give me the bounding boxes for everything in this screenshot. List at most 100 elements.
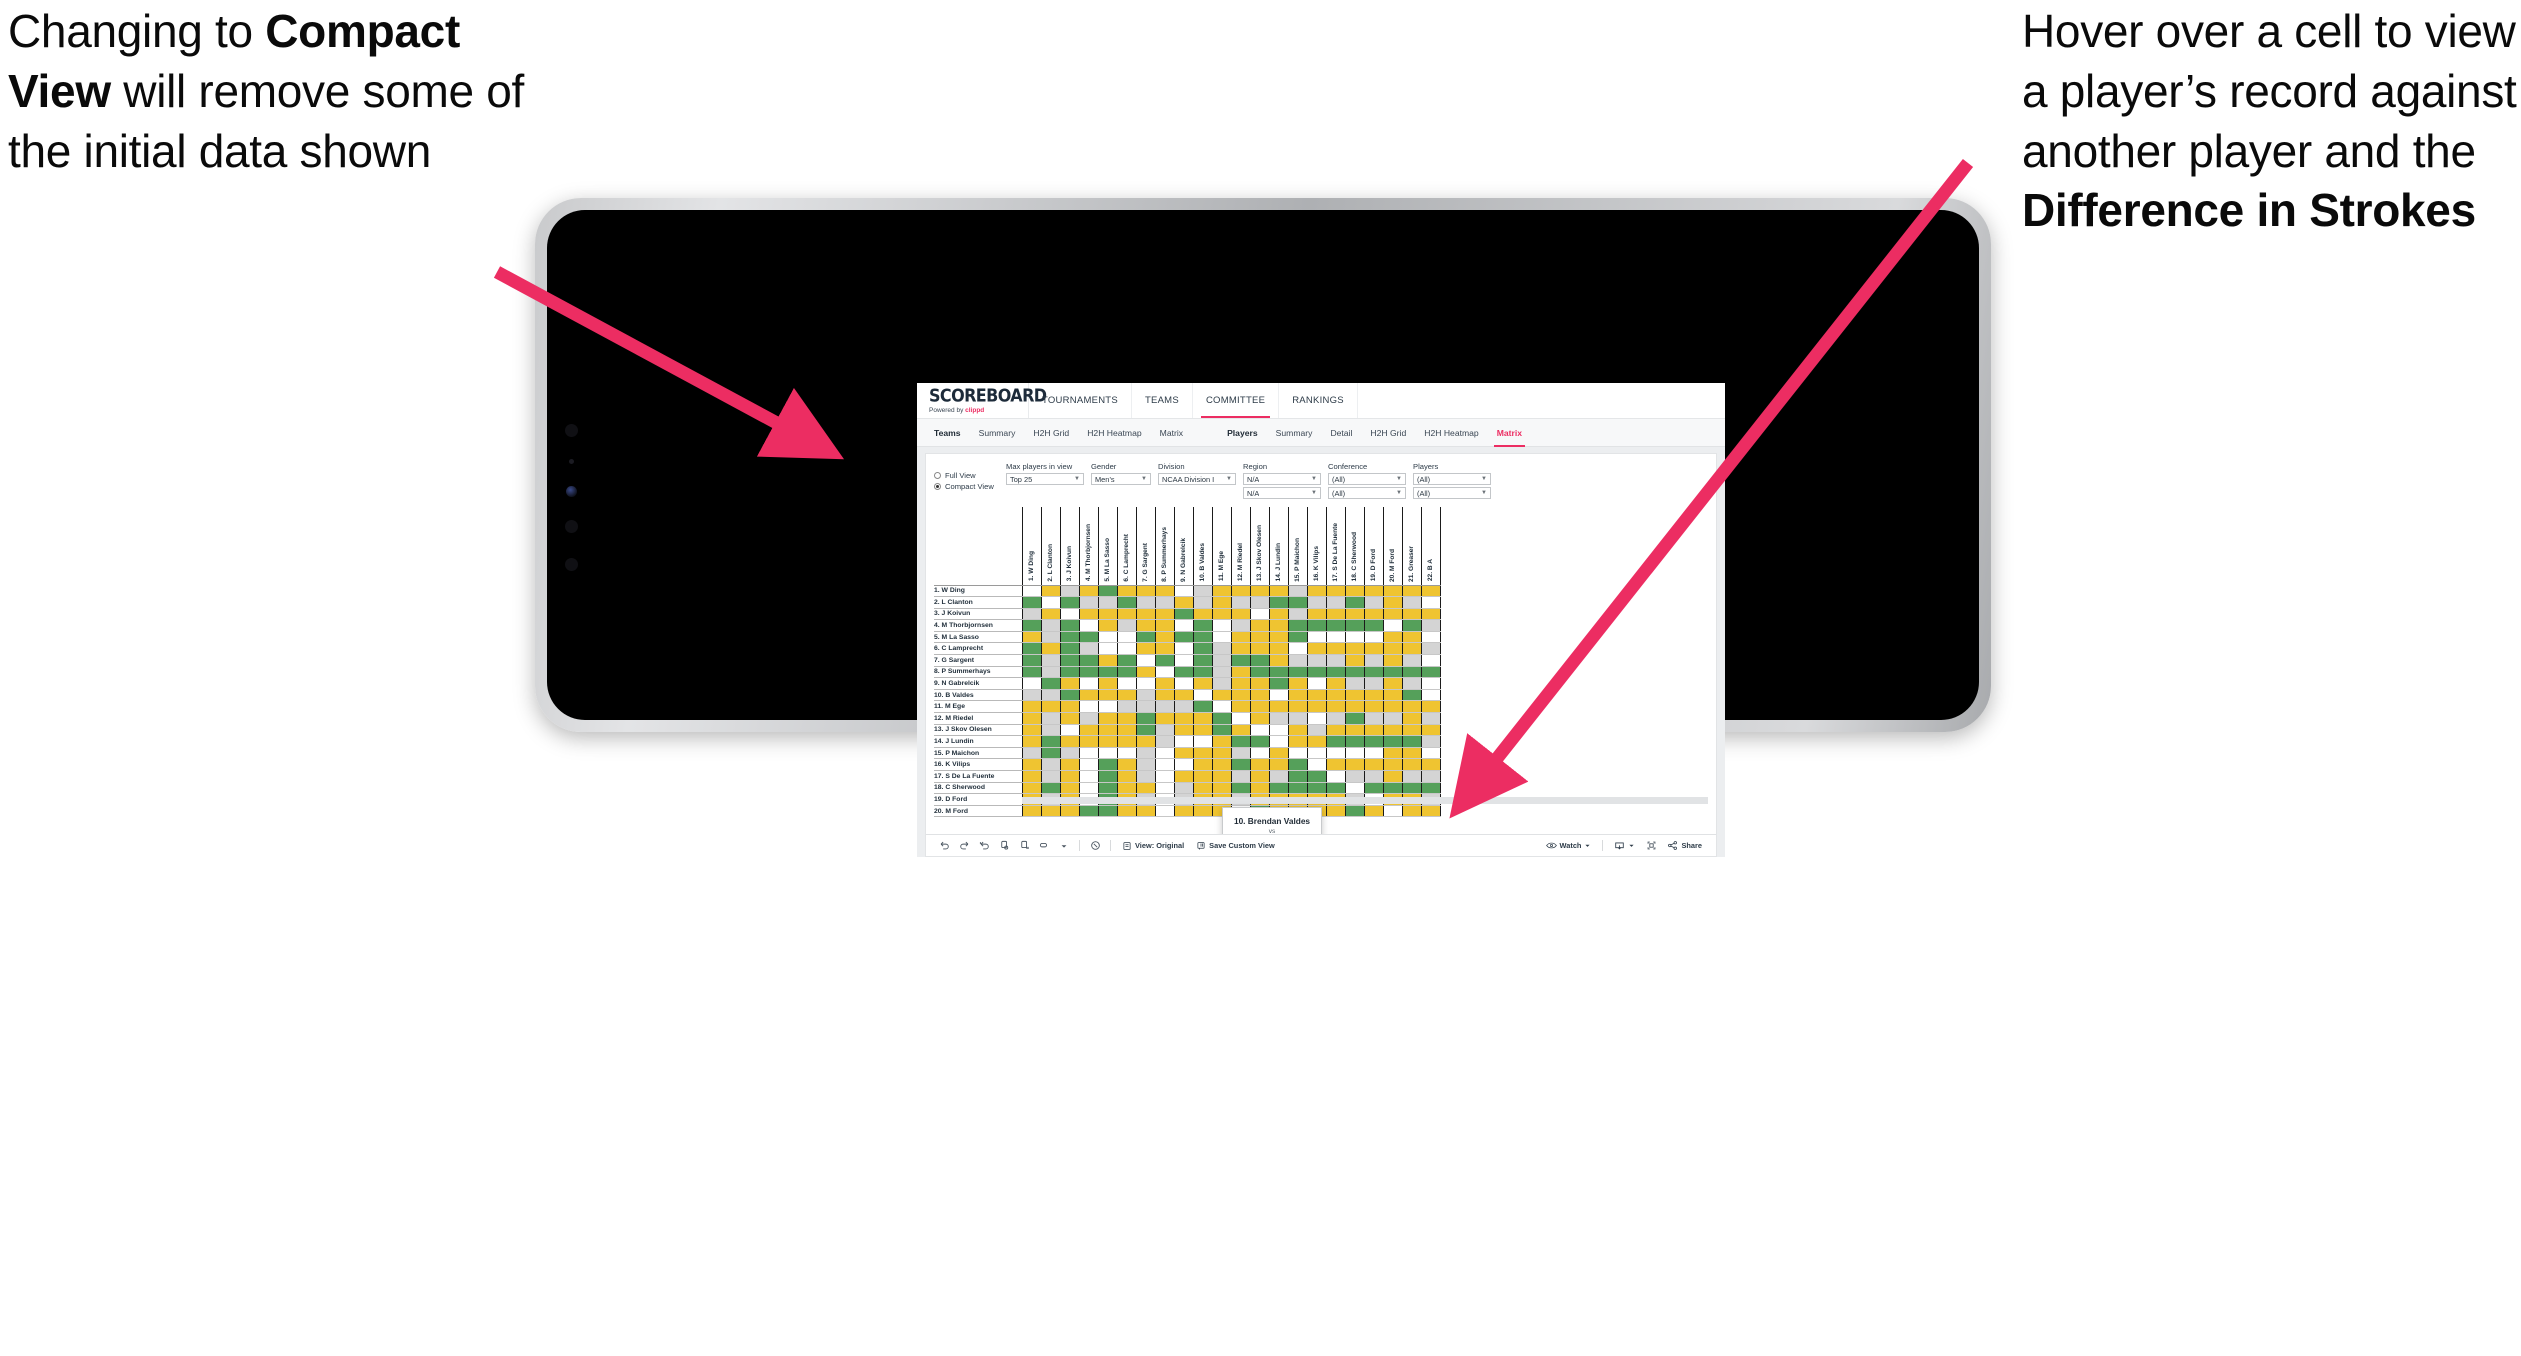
matrix-cell[interactable] <box>1420 689 1441 702</box>
matrix-cell[interactable] <box>1325 735 1346 748</box>
nav-tab-rankings[interactable]: RANKINGS <box>1279 383 1358 418</box>
matrix-cell[interactable] <box>1306 782 1327 795</box>
matrix-cell[interactable] <box>1401 642 1422 656</box>
matrix-cell[interactable] <box>1401 724 1422 737</box>
matrix-cell[interactable] <box>1420 596 1441 609</box>
matrix-cell[interactable] <box>1230 631 1251 644</box>
select-region-1[interactable]: N/A ▼ <box>1243 473 1321 485</box>
matrix-cell[interactable] <box>1382 654 1403 667</box>
matrix-cell[interactable] <box>1021 782 1042 795</box>
matrix-cell[interactable] <box>1268 747 1289 760</box>
matrix-cell[interactable] <box>1173 689 1194 702</box>
matrix-cell[interactable] <box>1401 805 1422 818</box>
matrix-cell[interactable] <box>1173 747 1194 760</box>
matrix-cell[interactable] <box>1173 712 1194 725</box>
matrix-cell[interactable] <box>1059 770 1080 783</box>
matrix-cell[interactable] <box>1230 608 1251 621</box>
matrix-cell[interactable] <box>1401 619 1422 632</box>
matrix-cell[interactable] <box>1040 608 1061 621</box>
matrix-cell[interactable] <box>1021 770 1042 783</box>
matrix-cell[interactable] <box>1363 689 1384 702</box>
matrix-cell[interactable] <box>1287 677 1308 690</box>
matrix-cell[interactable] <box>1059 619 1080 632</box>
matrix-cell[interactable] <box>1287 747 1308 760</box>
matrix-cell[interactable] <box>1363 782 1384 795</box>
matrix-cell[interactable] <box>1135 758 1156 771</box>
matrix-cell[interactable] <box>1249 689 1270 702</box>
radio-full-view[interactable]: Full View <box>934 471 1006 480</box>
matrix-cell[interactable] <box>1363 596 1384 609</box>
matrix-cell[interactable] <box>1040 770 1061 783</box>
matrix-cell[interactable] <box>1135 596 1156 609</box>
matrix-cell[interactable] <box>1249 585 1270 598</box>
matrix-cell[interactable] <box>1173 782 1194 795</box>
matrix-cell[interactable] <box>1363 724 1384 737</box>
matrix-cell[interactable] <box>1363 619 1384 632</box>
matrix-cell[interactable] <box>1097 654 1118 667</box>
matrix-cell[interactable] <box>1249 782 1270 795</box>
fullscreen-icon[interactable] <box>1641 837 1661 855</box>
matrix-cell[interactable] <box>1382 689 1403 702</box>
matrix-cell[interactable] <box>1116 782 1137 795</box>
matrix-cell[interactable] <box>1306 712 1327 725</box>
matrix-cell[interactable] <box>1040 631 1061 644</box>
matrix-cell[interactable] <box>1249 758 1270 771</box>
matrix-cell[interactable] <box>1097 724 1118 737</box>
matrix-cell[interactable] <box>1382 770 1403 783</box>
matrix-cell[interactable] <box>1230 735 1251 748</box>
matrix-cell[interactable] <box>1420 724 1441 737</box>
matrix-cell[interactable] <box>1154 666 1175 679</box>
matrix-cell[interactable] <box>1021 619 1042 632</box>
matrix-cell[interactable] <box>1059 585 1080 598</box>
matrix-cell[interactable] <box>1401 700 1422 714</box>
matrix-cell[interactable] <box>1116 735 1137 748</box>
matrix-cell[interactable] <box>1059 712 1080 725</box>
matrix-cell[interactable] <box>1325 619 1346 632</box>
matrix-cell[interactable] <box>1059 689 1080 702</box>
matrix-cell[interactable] <box>1097 735 1118 748</box>
matrix-cell[interactable] <box>1287 642 1308 656</box>
matrix-cell[interactable] <box>1344 608 1365 621</box>
matrix-cell[interactable] <box>1249 642 1270 656</box>
matrix-cell[interactable] <box>1078 689 1099 702</box>
share-button[interactable]: Share <box>1661 840 1708 851</box>
select-players-1[interactable]: (All) ▼ <box>1413 473 1491 485</box>
matrix-cell[interactable] <box>1287 735 1308 748</box>
matrix-cell[interactable] <box>1211 642 1232 656</box>
matrix-cell[interactable] <box>1401 631 1422 644</box>
matrix-cell[interactable] <box>1021 666 1042 679</box>
matrix-cell[interactable] <box>1344 770 1365 783</box>
matrix-cell[interactable] <box>1078 805 1099 818</box>
matrix-cell[interactable] <box>1306 735 1327 748</box>
matrix-cell[interactable] <box>1097 805 1118 818</box>
matrix-cell[interactable] <box>1382 700 1403 714</box>
matrix-cell[interactable] <box>1173 735 1194 748</box>
matrix-cell[interactable] <box>1363 747 1384 760</box>
matrix-cell[interactable] <box>1059 596 1080 609</box>
matrix-cell[interactable] <box>1325 666 1346 679</box>
matrix-cell[interactable] <box>1059 700 1080 714</box>
matrix-cell[interactable] <box>1211 724 1232 737</box>
matrix-cell[interactable] <box>1097 585 1118 598</box>
matrix-cell[interactable] <box>1344 631 1365 644</box>
matrix-cell[interactable] <box>1059 631 1080 644</box>
matrix-cell[interactable] <box>1192 596 1213 609</box>
matrix-cell[interactable] <box>1173 585 1194 598</box>
matrix-cell[interactable] <box>1268 782 1289 795</box>
matrix-cell[interactable] <box>1382 735 1403 748</box>
refresh-icon[interactable] <box>994 837 1014 855</box>
matrix-cell[interactable] <box>1078 677 1099 690</box>
matrix-cell[interactable] <box>1021 642 1042 656</box>
matrix-cell[interactable] <box>1211 585 1232 598</box>
matrix-cell[interactable] <box>1211 666 1232 679</box>
matrix-cell[interactable] <box>1173 805 1194 818</box>
matrix-cell[interactable] <box>1249 747 1270 760</box>
matrix-cell[interactable] <box>1135 770 1156 783</box>
matrix-cell[interactable] <box>1059 666 1080 679</box>
matrix-cell[interactable] <box>1268 585 1289 598</box>
matrix-cell[interactable] <box>1287 758 1308 771</box>
matrix-cell[interactable] <box>1382 758 1403 771</box>
matrix-cell[interactable] <box>1078 642 1099 656</box>
matrix-cell[interactable] <box>1249 631 1270 644</box>
matrix-cell[interactable] <box>1268 631 1289 644</box>
